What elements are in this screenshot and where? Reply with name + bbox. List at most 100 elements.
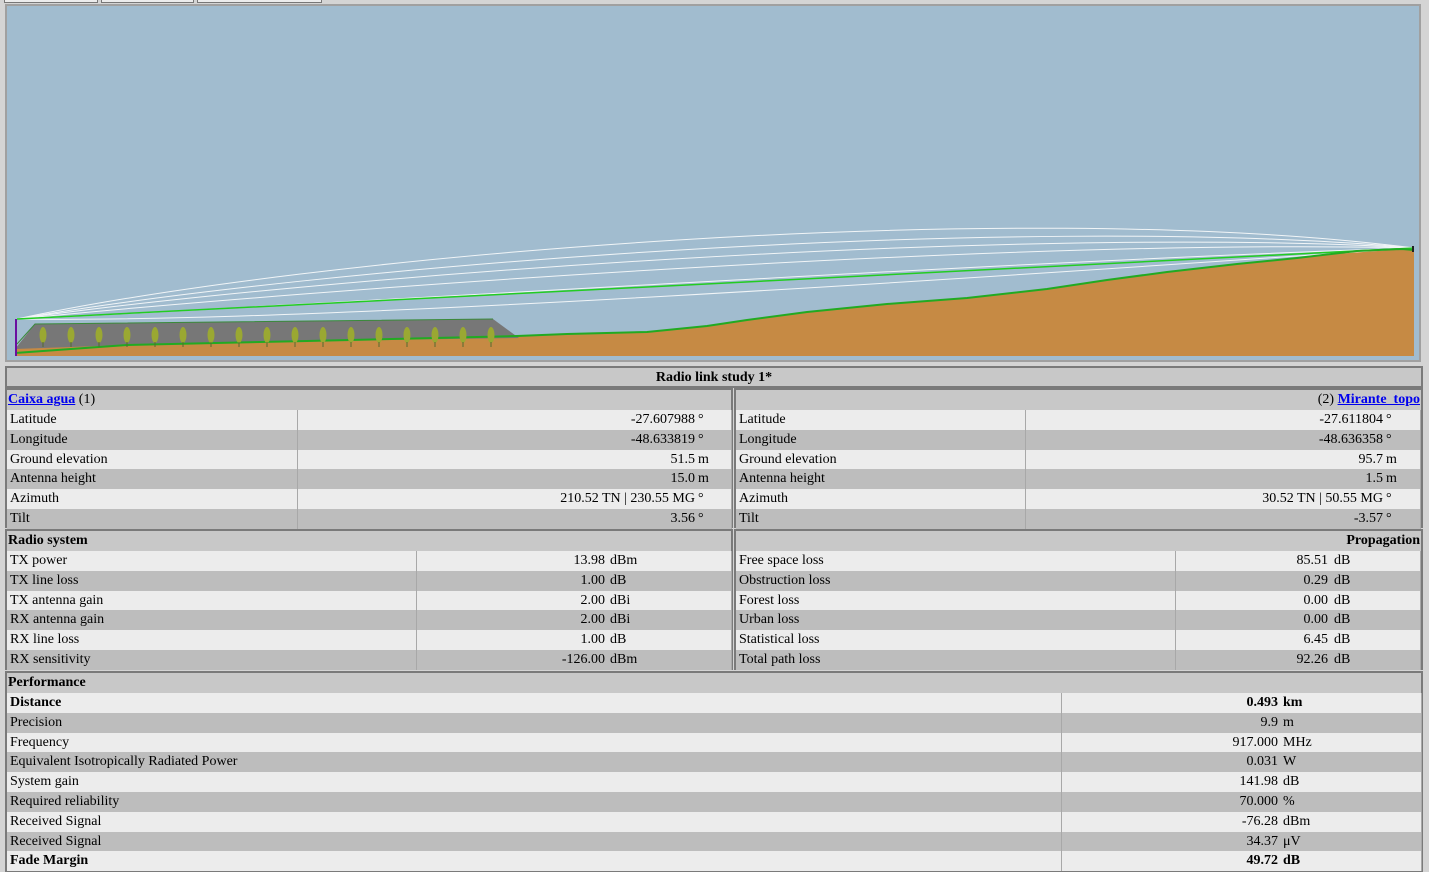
table-row: Total path loss 92.26 dB bbox=[736, 649, 1421, 670]
row-value: 1.00 bbox=[580, 572, 606, 588]
tree-icon bbox=[431, 327, 439, 343]
row-value: -48.636358 bbox=[1318, 431, 1383, 447]
row-unit: dB bbox=[1334, 651, 1351, 667]
row-unit: ° bbox=[1386, 431, 1392, 447]
row-label: Antenna height bbox=[739, 471, 825, 487]
row-unit: m bbox=[698, 471, 709, 487]
row-unit: dB bbox=[1334, 572, 1351, 588]
table-row: Antenna height 1.5 m bbox=[736, 469, 1421, 490]
row-unit: dB bbox=[610, 632, 627, 648]
column-divider bbox=[297, 508, 298, 529]
tree-icon bbox=[95, 327, 103, 343]
terrain-profile-view[interactable] bbox=[5, 4, 1421, 362]
row-unit: dBm bbox=[1283, 813, 1311, 829]
tree-icon bbox=[151, 327, 159, 343]
column-divider bbox=[1061, 811, 1062, 832]
tab-1[interactable] bbox=[4, 0, 98, 3]
row-value: 210.52 TN | 230.55 MG bbox=[560, 491, 695, 507]
row-value: 0.031 bbox=[1246, 754, 1279, 770]
table-row: TX power 13.98 dBm bbox=[7, 551, 732, 571]
column-divider bbox=[731, 410, 732, 430]
row-unit: dB bbox=[1334, 612, 1351, 628]
row-label: TX power bbox=[10, 553, 68, 568]
table-row: RX line loss 1.00 dB bbox=[7, 630, 732, 650]
column-divider bbox=[297, 469, 298, 490]
row-unit: ° bbox=[698, 510, 704, 526]
table-row: Received Signal 34.37 μV bbox=[7, 831, 1422, 852]
column-divider bbox=[297, 449, 298, 470]
table-row: Free space loss 85.51 dB bbox=[736, 551, 1421, 571]
column-divider bbox=[1061, 851, 1062, 872]
report-panel: Radio link study 1* Caixa agua (1) Latit… bbox=[5, 366, 1423, 872]
row-unit: dB bbox=[610, 572, 627, 588]
column-divider bbox=[1175, 551, 1176, 571]
column-divider bbox=[1420, 469, 1421, 490]
table-row: Received Signal -76.28 dBm bbox=[7, 811, 1422, 832]
row-value: 0.00 bbox=[1303, 612, 1329, 628]
column-divider bbox=[416, 590, 417, 611]
propagation-header: Propagation bbox=[1346, 533, 1420, 548]
row-value: 13.98 bbox=[573, 553, 606, 568]
column-divider bbox=[416, 570, 417, 591]
table-row: Urban loss 0.00 dB bbox=[736, 610, 1421, 631]
row-unit: ° bbox=[1386, 491, 1392, 507]
tab-3[interactable] bbox=[197, 0, 322, 3]
row-value: 6.45 bbox=[1303, 632, 1329, 648]
column-divider bbox=[1421, 732, 1422, 753]
unit2-link[interactable]: Mirante_topo bbox=[1338, 392, 1420, 407]
tree-icon bbox=[67, 327, 75, 343]
row-label: Azimuth bbox=[739, 491, 788, 507]
row-unit: dBm bbox=[610, 651, 638, 667]
column-divider bbox=[1061, 712, 1062, 733]
row-unit: m bbox=[1386, 471, 1397, 487]
tab-2[interactable] bbox=[101, 0, 194, 3]
column-divider bbox=[1061, 831, 1062, 852]
table-row: Distance 0.493 km bbox=[7, 693, 1422, 713]
table-row: TX line loss 1.00 dB bbox=[7, 570, 732, 591]
row-unit: dB bbox=[1334, 592, 1351, 608]
row-label: RX antenna gain bbox=[10, 612, 105, 628]
row-value: 2.00 bbox=[580, 612, 606, 628]
row-label: Longitude bbox=[739, 431, 797, 447]
row-unit: ° bbox=[698, 412, 704, 427]
row-unit: μV bbox=[1283, 833, 1301, 849]
column-divider bbox=[731, 551, 732, 571]
row-label: Longitude bbox=[10, 431, 68, 447]
row-label: Forest loss bbox=[739, 592, 800, 608]
column-divider bbox=[1420, 410, 1421, 430]
unit1-link[interactable]: Caixa agua bbox=[8, 392, 75, 407]
row-unit: dB bbox=[1334, 553, 1351, 568]
row-value: 15.0 bbox=[670, 471, 696, 487]
row-value: 34.37 bbox=[1246, 833, 1279, 849]
column-divider bbox=[416, 610, 417, 631]
row-label: RX line loss bbox=[10, 632, 80, 648]
column-divider bbox=[1061, 791, 1062, 812]
column-divider bbox=[1025, 429, 1026, 450]
column-divider bbox=[1025, 410, 1026, 430]
column-divider bbox=[1025, 449, 1026, 470]
row-unit: ° bbox=[1386, 412, 1392, 427]
column-divider bbox=[297, 410, 298, 430]
column-divider bbox=[1421, 752, 1422, 773]
row-value: 95.7 bbox=[1358, 451, 1384, 467]
report-title: Radio link study 1* bbox=[5, 366, 1423, 388]
row-value: 92.26 bbox=[1296, 651, 1329, 667]
tree-icon bbox=[403, 327, 411, 343]
table-row: Required reliability 70.000% bbox=[7, 791, 1422, 812]
table-row: Equivalent Isotropically Radiated Power 0… bbox=[7, 752, 1422, 773]
row-value: 9.9 bbox=[1260, 714, 1279, 730]
row-unit: dB bbox=[1283, 853, 1301, 869]
row-value: -126.00 bbox=[561, 651, 605, 667]
row-label: Tilt bbox=[10, 510, 30, 526]
row-label: Statistical loss bbox=[739, 632, 820, 648]
tree-icon bbox=[39, 327, 47, 343]
row-label: Azimuth bbox=[10, 491, 59, 507]
row-unit: W bbox=[1283, 754, 1297, 770]
table-row: Latitude -27.611804 ° bbox=[736, 410, 1421, 430]
row-value: 30.52 TN | 50.55 MG bbox=[1262, 491, 1383, 507]
tree-icon bbox=[375, 327, 383, 343]
row-label: Antenna height bbox=[10, 471, 96, 487]
row-unit: dBi bbox=[610, 592, 631, 608]
table-row: Fade Margin 49.72 dB bbox=[7, 851, 1422, 872]
row-value: -27.607988 bbox=[630, 412, 695, 427]
